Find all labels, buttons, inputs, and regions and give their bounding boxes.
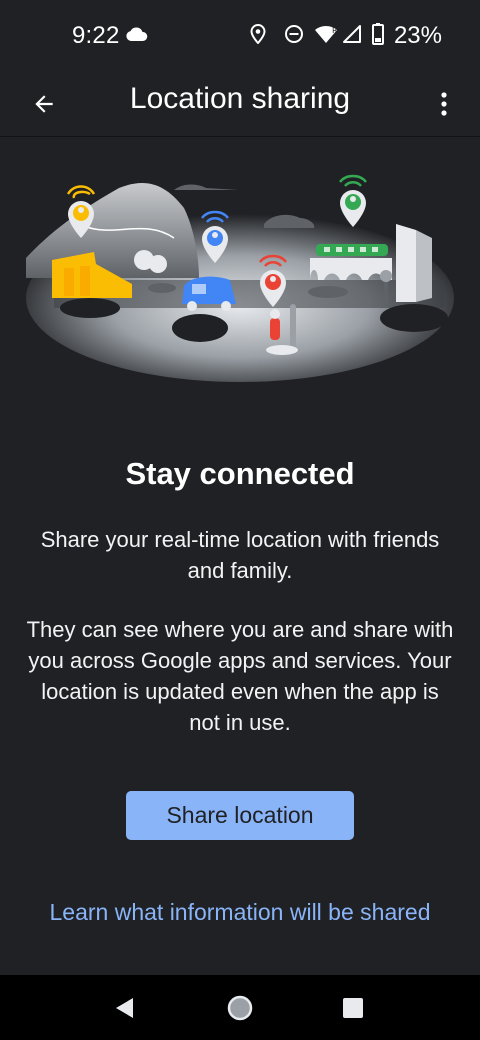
location-sharing-screen: 9:22 R 23% Location sharing Stay connect…	[0, 0, 480, 1040]
description-text: Share your real-time location with frien…	[40, 527, 440, 583]
share-location-button[interactable]: Share location	[126, 791, 354, 840]
wifi-icon: R	[314, 24, 338, 49]
status-bar: 9:22 R 23%	[0, 0, 480, 72]
more-vert-icon	[441, 92, 447, 116]
page-title: Location sharing	[129, 82, 351, 115]
details-text: They can see where you are and share wit…	[26, 617, 454, 735]
svg-text:R: R	[332, 26, 338, 35]
system-nav-bar	[0, 975, 480, 1040]
nav-recents-button[interactable]	[338, 993, 368, 1023]
nav-back-icon	[116, 998, 133, 1018]
location-sharing-illustration	[26, 174, 454, 382]
more-options-button[interactable]	[428, 80, 460, 128]
battery-icon	[371, 22, 384, 50]
battery-percent: 23%	[393, 22, 442, 49]
status-time: 9:22	[72, 22, 120, 49]
nav-recents-icon	[343, 998, 363, 1018]
learn-more-link[interactable]: Learn what information will be shared	[30, 897, 450, 928]
nav-home-button[interactable]	[225, 993, 255, 1023]
nav-home-icon	[227, 995, 253, 1021]
location-icon	[250, 23, 266, 49]
signal-icon	[342, 24, 362, 49]
cloud-icon	[126, 27, 148, 46]
top-app-bar: Location sharing	[0, 72, 480, 137]
nav-back-button[interactable]	[110, 993, 140, 1023]
dnd-icon	[284, 24, 304, 49]
headline: Stay connected	[125, 456, 355, 491]
status-icons: R 23%	[250, 22, 442, 50]
